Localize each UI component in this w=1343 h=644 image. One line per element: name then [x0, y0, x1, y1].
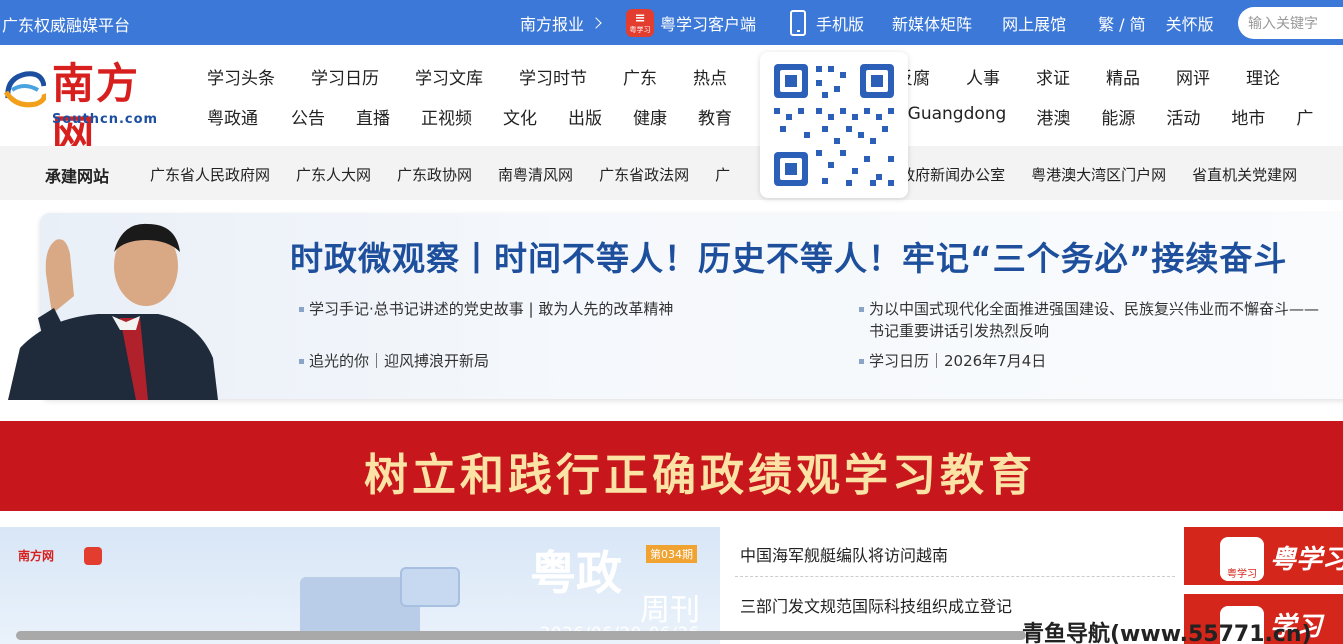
nav-item[interactable]: 学习时节	[519, 64, 587, 89]
nav-item[interactable]: P Guangdong	[892, 104, 1006, 129]
top-bar: 广东权威融媒平台 南方报业 ≡ 粤学习 粤学习客户端 手机版 新媒体矩阵 网上展馆…	[0, 0, 1343, 45]
partner-link[interactable]: 广东省人民政府网	[150, 164, 270, 185]
partner-link[interactable]: 南粤清风网	[498, 164, 573, 185]
weekly-issue-badge: 第034期	[646, 545, 697, 563]
news-item[interactable]: 中国海军舰艇编队将访问越南	[740, 542, 948, 566]
partner-sites-list: 广东省人民政府网 广东人大网 广东政协网 南粤清风网 广东省政法网 广 人民政府…	[150, 164, 1323, 185]
headline-link[interactable]: 学习日历｜2026年7月4日	[859, 350, 1046, 371]
partner-link[interactable]: 广	[715, 164, 730, 185]
headline-link-continuation[interactable]: 书记重要讲话引发热烈反响	[869, 320, 1049, 341]
nav-item[interactable]: 网评	[1176, 64, 1210, 89]
top-link-new-media[interactable]: 新媒体矩阵	[892, 11, 972, 35]
nav-item[interactable]: 港澳	[1036, 104, 1070, 129]
nav-item[interactable]: 求证	[1036, 64, 1070, 89]
partner-link[interactable]: 广东省政法网	[599, 164, 689, 185]
bullet-icon	[299, 307, 304, 312]
bullet-icon	[859, 307, 864, 312]
nav-item[interactable]: 出版	[568, 104, 602, 129]
side-ad-yuexuexi[interactable]: 粤学习 粤学习	[1184, 527, 1343, 585]
headline-title[interactable]: 时政微观察丨时间不等人！历史不等人！牢记“三个务必”接续奋斗	[290, 232, 1287, 280]
nav-item[interactable]: 活动	[1166, 104, 1200, 129]
platform-slogan: 广东权威融媒平台	[2, 16, 131, 35]
horizontal-scrollbar[interactable]	[16, 631, 1026, 640]
top-link-yuexuexi-client[interactable]: ≡ 粤学习 粤学习客户端	[626, 8, 756, 37]
weekly-site-logo: 南方网	[18, 549, 55, 563]
top-link-online-exhibition[interactable]: 网上展馆	[1002, 11, 1066, 35]
decorative-illustration	[400, 567, 460, 607]
partner-link[interactable]: 广东政协网	[397, 164, 472, 185]
partner-sites-title: 承建网站	[45, 167, 110, 186]
logo-ring-icon	[3, 71, 46, 108]
nav-item[interactable]: 学习头条	[207, 64, 275, 89]
news-item[interactable]: 三部门发文规范国际科技组织成立登记	[740, 593, 1012, 617]
nav-item[interactable]: 人事	[966, 64, 1000, 89]
nav-item[interactable]: 正视频	[421, 104, 472, 129]
headline-link[interactable]: 追光的你｜迎风搏浪开新局	[299, 350, 489, 371]
top-link-mobile[interactable]: 手机版	[790, 9, 864, 36]
top-link-care-mode[interactable]: 关怀版	[1166, 11, 1214, 35]
main-nav-row-1: 学习头条 学习日历 学习文库 学习时节 广东 热点 反腐 人事 求证 精品 网评…	[207, 64, 1280, 89]
nav-item[interactable]: 热点	[693, 64, 727, 89]
yuexuexi-badge-icon: 粤学习	[1220, 537, 1264, 581]
phone-icon	[790, 9, 807, 36]
bullet-icon	[859, 359, 864, 364]
qr-code-icon	[774, 64, 894, 186]
bullet-icon	[299, 359, 304, 364]
leader-portrait-image	[8, 223, 218, 400]
nav-item[interactable]: 理论	[1246, 64, 1280, 89]
site-logo[interactable]: 南方网 Southcn.com	[2, 58, 170, 160]
weekly-yuexuexi-badge-icon	[84, 547, 102, 565]
qr-code-popup	[760, 52, 908, 198]
watermark-text: 青鱼导航(www.55771.cn)	[1022, 622, 1312, 644]
top-link-traditional-simplified[interactable]: 繁 / 简	[1098, 11, 1146, 35]
nav-item[interactable]: 教育	[698, 104, 732, 129]
yuexuexi-badge-icon: ≡ 粤学习	[626, 8, 655, 37]
logo-text-en: Southcn.com	[52, 112, 159, 127]
nav-item[interactable]: 精品	[1106, 64, 1140, 89]
partner-link[interactable]: 省直机关党建网	[1192, 164, 1297, 185]
nav-item[interactable]: 公告	[291, 104, 325, 129]
headline-link[interactable]: 为以中国式现代化全面推进强国建设、民族复兴伟业而不懈奋斗——	[859, 298, 1319, 319]
nav-item[interactable]: 能源	[1101, 104, 1135, 129]
news-divider	[735, 576, 1175, 577]
nav-item[interactable]: 直播	[356, 104, 390, 129]
search-input[interactable]: 输入关键字	[1238, 7, 1343, 39]
partner-sites-strip: 承建网站 广东省人民政府网 广东人大网 广东政协网 南粤清风网 广东省政法网 广…	[0, 146, 1343, 200]
weekly-title: 粤政	[530, 546, 622, 600]
headline-link[interactable]: 学习手记·总书记讲述的党史故事 | 敢为人先的改革精神	[299, 298, 673, 319]
nav-item[interactable]: 文化	[503, 104, 537, 129]
nav-item[interactable]: 广	[1296, 104, 1313, 129]
nav-item[interactable]: 粤政通	[207, 104, 258, 129]
campaign-banner-text: 树立和践行正确政绩观学习教育	[364, 450, 1036, 501]
nav-item[interactable]: 学习文库	[415, 64, 483, 89]
campaign-banner[interactable]: 树立和践行正确政绩观学习教育	[0, 421, 1343, 511]
top-link-nanfang-baoye[interactable]: 南方报业	[520, 11, 626, 35]
nav-item[interactable]: 学习日历	[311, 64, 379, 89]
nav-item[interactable]: 地市	[1231, 104, 1265, 129]
partner-link[interactable]: 粤港澳大湾区门户网	[1031, 164, 1166, 185]
nav-item[interactable]: 健康	[633, 104, 667, 129]
yuezheng-weekly-feature[interactable]: 南方网 粤政 第034期 周刊 2026/06/20-06/26	[0, 527, 720, 644]
chevron-right-icon	[590, 16, 602, 29]
partner-link[interactable]: 广东人大网	[296, 164, 371, 185]
top-links: 南方报业 ≡ 粤学习 粤学习客户端 手机版 新媒体矩阵 网上展馆 繁 / 简 关怀…	[520, 0, 1214, 45]
nav-item[interactable]: 广东	[623, 64, 657, 89]
side-ad-text: 粤学习	[1270, 545, 1343, 575]
